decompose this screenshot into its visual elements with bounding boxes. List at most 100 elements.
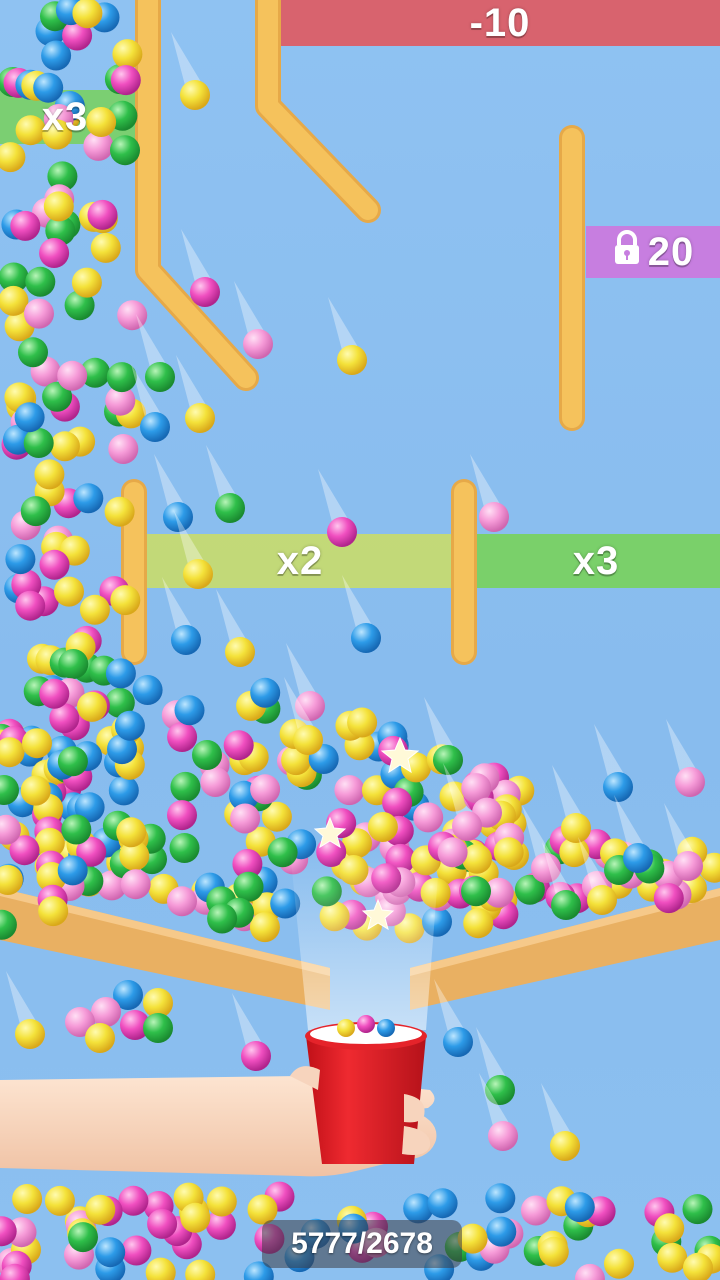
ball <box>140 412 170 442</box>
ball <box>250 677 281 708</box>
ball <box>34 459 65 490</box>
ball <box>488 1121 518 1151</box>
ball <box>225 637 255 667</box>
ball <box>351 623 381 653</box>
ball-counter: 5777/2678 <box>262 1220 462 1268</box>
ball <box>20 496 51 527</box>
ball <box>367 812 398 842</box>
ball <box>14 402 45 433</box>
ball <box>561 813 591 843</box>
ball <box>38 896 69 927</box>
ball <box>485 1183 516 1214</box>
ball <box>673 851 703 881</box>
ball <box>116 817 147 848</box>
ball <box>54 576 84 607</box>
ball <box>58 649 89 679</box>
ball <box>18 337 48 368</box>
ball <box>653 883 684 914</box>
ball <box>486 1216 517 1247</box>
ball <box>121 1235 152 1266</box>
ball <box>334 775 365 806</box>
ball <box>24 298 54 329</box>
ball <box>587 885 617 915</box>
ball <box>108 775 139 806</box>
ball <box>654 1213 685 1244</box>
ball <box>230 803 261 834</box>
ball <box>215 493 245 523</box>
multiplier-value: x3 <box>41 94 89 139</box>
ball <box>493 837 524 868</box>
game-scene <box>0 0 720 1280</box>
x2-gate-label: x2 <box>140 534 460 588</box>
ball <box>190 277 220 307</box>
ball <box>675 767 705 797</box>
ball <box>551 890 581 920</box>
game-stage[interactable]: -10 x3 20 x2 x3 5777/2678 <box>0 0 720 1280</box>
ball <box>163 502 193 532</box>
x3-gate-right-label: x3 <box>472 534 720 588</box>
ball <box>110 585 141 616</box>
ball <box>90 232 121 263</box>
ball <box>603 772 633 802</box>
ball <box>463 908 494 939</box>
ball <box>167 722 198 752</box>
ball <box>185 1259 216 1280</box>
ball <box>108 434 139 464</box>
ball <box>433 745 463 775</box>
locked-gate-label: 20 <box>586 226 720 278</box>
ball <box>5 544 36 575</box>
ball <box>118 1185 149 1216</box>
ball <box>20 775 51 806</box>
ball <box>623 843 653 873</box>
ball <box>0 285 29 316</box>
ball <box>143 1013 173 1043</box>
ball <box>223 730 254 761</box>
cup-glow <box>290 850 440 1030</box>
ball <box>0 142 26 173</box>
multiplier-value: x2 <box>276 538 324 583</box>
ball <box>479 502 509 532</box>
ball <box>427 1188 458 1219</box>
ball <box>43 191 74 222</box>
ball <box>443 1027 473 1057</box>
ball <box>145 362 175 392</box>
lock-icon <box>612 229 642 275</box>
ball <box>337 345 367 375</box>
ball <box>206 1186 237 1217</box>
ball <box>249 912 280 943</box>
ball <box>538 1236 569 1267</box>
ball-counter-text: 5777/2678 <box>291 1227 433 1260</box>
ball <box>347 707 378 738</box>
ball <box>171 625 201 655</box>
ball <box>192 740 222 770</box>
ball <box>57 746 88 777</box>
ball <box>15 590 46 621</box>
ball <box>167 800 197 831</box>
ball <box>71 267 102 298</box>
ball <box>44 1185 75 1216</box>
ball <box>200 767 231 797</box>
ball <box>79 594 110 625</box>
ball <box>112 39 143 70</box>
ball <box>105 658 136 689</box>
ball <box>73 483 104 514</box>
ball <box>91 997 121 1027</box>
multiplier-value: x3 <box>572 538 620 583</box>
ball <box>39 238 70 268</box>
ball <box>413 802 444 833</box>
ball <box>243 329 273 359</box>
ball <box>574 1263 605 1280</box>
multiplier-gate-top-left-label: x3 <box>0 90 130 144</box>
ball <box>241 1041 271 1071</box>
ball <box>120 869 151 900</box>
ball <box>657 1242 688 1273</box>
ball <box>207 903 238 934</box>
ball <box>174 695 205 726</box>
ball <box>550 1131 580 1161</box>
ball <box>61 814 92 845</box>
ball <box>180 80 210 110</box>
ball <box>57 360 88 391</box>
ball <box>104 496 135 527</box>
ball <box>682 1194 713 1225</box>
ball <box>68 1222 98 1253</box>
